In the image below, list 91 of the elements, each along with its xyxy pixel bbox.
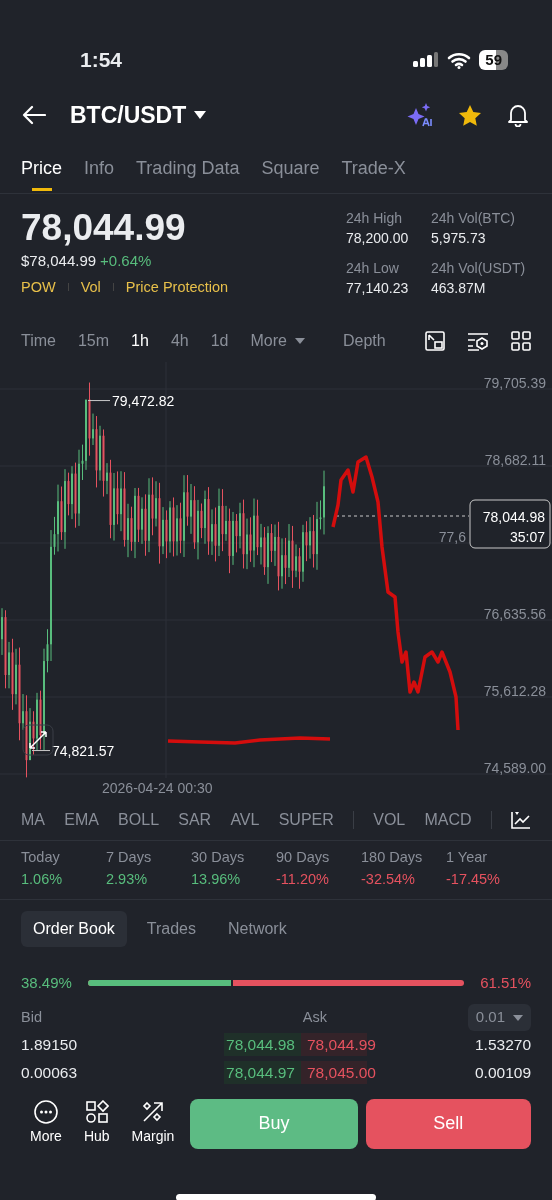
period-change: -32.54% [361,870,416,889]
signal-icon [413,52,440,68]
action-button[interactable]: Hub [83,1100,110,1148]
period-label: 30 Days [191,848,246,868]
ask-quantity: 0.00109 [474,1063,531,1084]
tab[interactable]: Price [21,143,62,194]
stat-label: 24h Vol(BTC) [431,209,517,228]
grid-layout-icon[interactable] [511,331,531,352]
expand-button[interactable] [22,724,54,756]
price-tag[interactable]: POW [21,276,56,299]
sell-button[interactable]: Sell [365,1098,531,1149]
bid-quantity: 0.00063 [21,1063,79,1084]
indicator-tab[interactable]: MACD [424,808,472,833]
order-book-tab[interactable]: Network [216,910,299,947]
interval-tab[interactable]: 4h [170,329,189,354]
precision-dropdown[interactable]: 0.01 [467,1004,531,1031]
star-icon[interactable] [458,103,482,127]
usd-price: $78,044.99 [21,251,97,271]
interval-tab[interactable]: 1d [210,329,229,354]
period-label: 7 Days [106,848,153,868]
indicator-tab[interactable]: MA [21,808,45,833]
tab[interactable]: Square [261,143,320,194]
price-change: +0.64% [100,251,152,271]
indicator-tab[interactable]: SAR [178,808,212,833]
indicator-tab[interactable]: EMA [64,808,99,833]
interval-tab[interactable]: Time [21,329,56,354]
period-label: 1 Year [446,848,489,868]
stat-value: 78,200.00 [346,229,410,248]
tab[interactable]: Info [84,143,115,194]
stat-value: 463.87M [431,279,487,299]
bid-percentage: 38.49% [21,972,72,993]
pair-selector[interactable]: BTC/USDT [70,97,207,133]
tab[interactable]: Trade-X [341,143,406,194]
line-chart-icon[interactable] [511,811,531,830]
ask-percentage: 61.51% [480,972,531,993]
period-change: 13.96% [191,870,242,889]
picture-in-picture-icon[interactable] [425,331,445,352]
axis-label: 75,612.28 [483,683,546,700]
date-label: 2026-04-24 00:30 [101,779,214,799]
caret-icon [194,111,207,119]
sparkle-icon[interactable] [406,103,434,127]
stat-value: 5,975.73 [431,229,487,248]
axis-label: 79,705.39 [483,375,546,392]
period-label: 90 Days [276,848,331,868]
indicator-tab[interactable]: VOL [373,808,406,833]
period-label: Today [21,848,61,868]
tab[interactable]: Trading Data [136,143,240,194]
axis-label: 78,682.11 [484,452,546,469]
indicator-tab[interactable]: BOLL [118,808,160,833]
depth-tab[interactable]: Depth [342,329,386,354]
stat-value: 77,140.23 [346,279,410,299]
wifi-icon [447,51,472,69]
axis-label: 76,635.56 [483,606,546,623]
low-price-label: 74,821.57 [52,742,115,759]
action-button[interactable]: More [30,1100,62,1148]
order-book-tab[interactable]: Trades [134,910,208,947]
last-price-tag: 78,044.98 35:07 [469,499,551,549]
indicator-tab[interactable]: AVL [230,808,260,833]
price-tag[interactable]: Price Protection [125,276,229,299]
indicator-tab[interactable]: SUPER [278,808,334,833]
action-button[interactable]: Margin [131,1100,175,1148]
order-book-tab[interactable]: Order Book [21,910,127,947]
price-tag[interactable]: Vol [80,276,101,299]
caret-icon [294,338,305,345]
high-price-label: 79,472.82 [112,392,175,409]
more-dropdown[interactable]: More [250,329,305,354]
chart-settings-icon[interactable] [467,331,489,352]
column-header: Ask [301,1007,327,1027]
period-change: 2.93% [106,870,149,889]
bid-quantity: 1.89150 [21,1035,79,1056]
axis-label: 77,6 [438,529,466,546]
period-change: -11.20% [276,870,330,889]
ask-quantity: 1.53270 [474,1035,531,1056]
period-change: -17.45% [446,870,501,889]
last-price: 78,044.99 [21,206,187,250]
axis-label: 74,589.00 [483,760,546,777]
stat-label: 24h Vol(USDT) [431,259,527,279]
column-header: Bid [21,1007,42,1027]
grid-shapes-icon [84,1100,109,1125]
stat-label: 24h High [346,209,404,228]
battery-indicator: 59 [479,50,508,70]
bell-icon[interactable] [506,103,530,127]
period-label: 180 Days [361,848,424,868]
back-arrow-icon[interactable] [22,105,46,125]
period-change: 1.06% [21,870,64,889]
clock-time: 1:54 [80,47,123,74]
interval-tab[interactable]: 1h [131,329,149,354]
stat-label: 24h Low [346,259,400,279]
caret-icon [513,1014,523,1021]
more-icon [33,1100,58,1125]
interval-tab[interactable]: 15m [77,329,110,354]
